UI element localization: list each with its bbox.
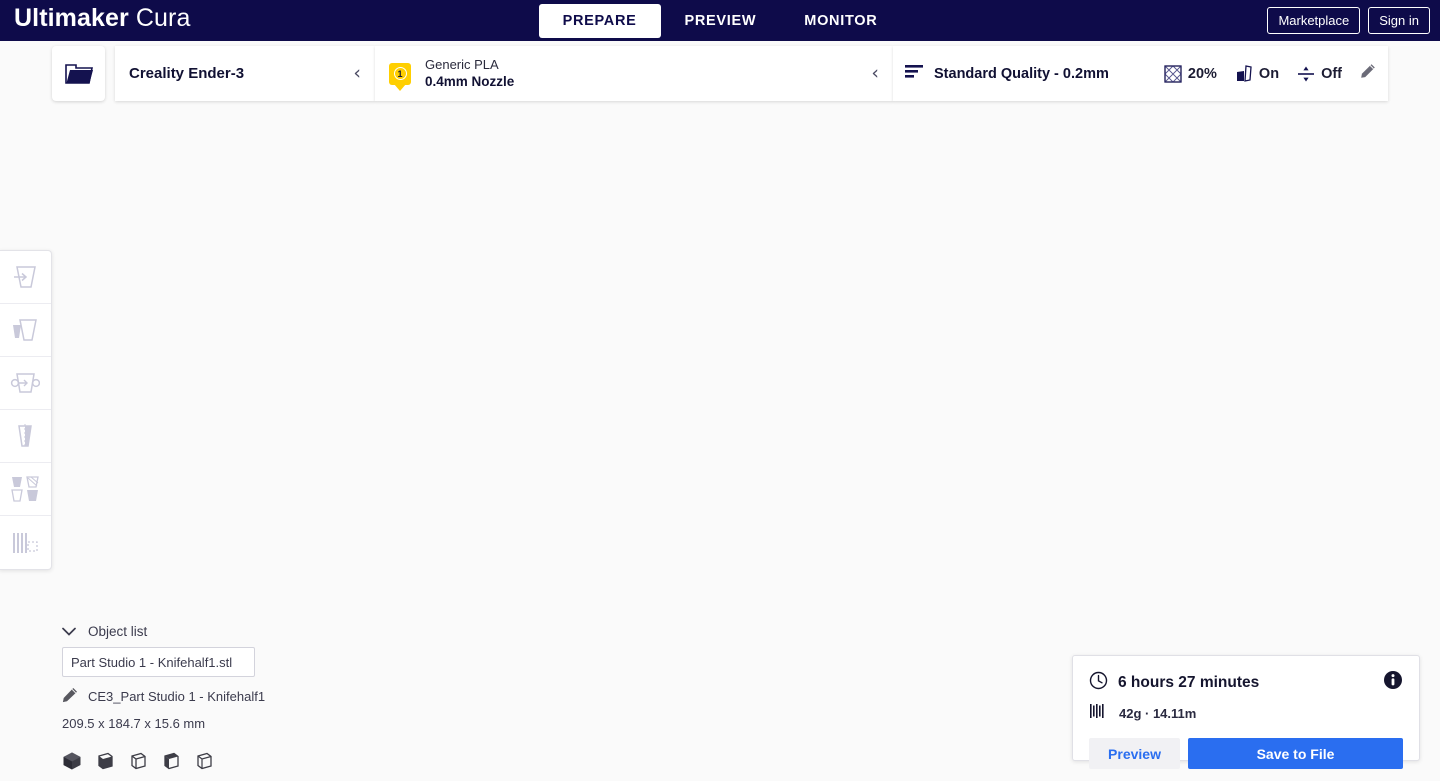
clock-icon [1089, 671, 1108, 695]
rotate-icon [10, 373, 40, 393]
mirror-icon [18, 424, 32, 448]
layer-height-icon [905, 64, 924, 84]
support-blocker-icon [13, 532, 38, 553]
support-icon [1236, 64, 1252, 82]
sign-in-button[interactable]: Sign in [1368, 7, 1430, 34]
xray-view-icon[interactable] [95, 751, 115, 776]
solid-view-icon[interactable] [62, 751, 82, 776]
pencil-icon[interactable] [62, 687, 78, 706]
layer-view-icon[interactable] [128, 751, 148, 776]
object-list-header[interactable]: Object list [62, 624, 362, 639]
move-icon [14, 266, 36, 288]
marketplace-button[interactable]: Marketplace [1267, 7, 1361, 34]
adhesion-value: Off [1321, 65, 1342, 82]
setting-chips: 20% On Off [1164, 63, 1376, 84]
support-chip[interactable]: On [1235, 64, 1280, 83]
view-mode-row [62, 751, 362, 776]
extruder-badge: 1 [389, 62, 411, 85]
open-folder-icon [64, 63, 93, 84]
print-time-row: 6 hours 27 minutes [1089, 670, 1403, 695]
tool-support-blocker[interactable] [0, 516, 51, 569]
support-value: On [1258, 65, 1280, 82]
z-axis [375, 668, 403, 696]
scale-icon [13, 319, 37, 341]
machine-name: Creality Ender-3 [129, 65, 245, 82]
open-file-button[interactable] [52, 46, 105, 101]
tab-preview[interactable]: PREVIEW [661, 4, 781, 38]
blade-holes [716, 479, 931, 564]
filament-icon [1089, 703, 1109, 724]
chevron-left-icon[interactable]: ‹ [871, 64, 879, 83]
mesh-name-row[interactable]: CE3_Part Studio 1 - Knifehalf1 [62, 687, 362, 706]
infill-icon [1164, 64, 1182, 83]
tab-monitor[interactable]: MONITOR [780, 4, 901, 38]
tool-per-model-settings[interactable] [0, 463, 51, 516]
per-model-settings-icon [11, 476, 39, 502]
material-usage-value: 42g · 14.11m [1119, 706, 1197, 721]
print-actions: Preview Save to File [1089, 738, 1403, 769]
tool-move[interactable] [0, 251, 51, 304]
chevron-left-icon[interactable]: ‹ [353, 64, 361, 83]
quality-profile-label: Standard Quality - 0.2mm [934, 65, 1109, 82]
nozzle-size: 0.4mm Nozzle [425, 74, 515, 90]
object-list-panel: Object list Part Studio 1 - Knifehalf1.s… [62, 624, 362, 776]
y-axis [369, 672, 381, 696]
mesh-name: CE3_Part Studio 1 - Knifehalf1 [88, 689, 266, 704]
pencil-icon [1361, 64, 1375, 78]
tab-prepare[interactable]: PREPARE [538, 3, 661, 38]
origin-axis-indicator [369, 668, 425, 720]
model-tools-toolbar [0, 250, 52, 570]
configuration-bar: Creality Ender-3 ‹ 1 Generic PLA 0.4mm N… [0, 41, 1440, 102]
info-icon[interactable] [1383, 670, 1403, 695]
material-usage-row: 42g · 14.11m [1089, 703, 1403, 724]
extruder-number: 1 [393, 67, 407, 80]
edit-settings-button[interactable] [1360, 63, 1376, 84]
object-list-item[interactable]: Part Studio 1 - Knifehalf1.stl [62, 647, 255, 677]
machine-selector[interactable]: Creality Ender-3 ‹ [115, 46, 375, 101]
wireframe-view-icon[interactable] [194, 751, 214, 776]
adhesion-icon [1298, 66, 1315, 81]
save-to-file-button[interactable]: Save to File [1188, 738, 1403, 769]
chevron-down-icon[interactable] [62, 624, 76, 639]
print-settings-selector[interactable]: Standard Quality - 0.2mm 20% On Off [893, 46, 1388, 101]
model-knifehalf1 [455, 456, 960, 686]
material-info: Generic PLA 0.4mm Nozzle [425, 57, 514, 91]
x-axis [375, 690, 425, 720]
tool-mirror[interactable] [0, 410, 51, 463]
print-time-value: 6 hours 27 minutes [1118, 673, 1260, 691]
infill-chip[interactable]: 20% [1164, 64, 1217, 83]
header-actions: Marketplace Sign in [1267, 0, 1430, 41]
shaded-view-icon[interactable] [161, 751, 181, 776]
application-header: Ultimaker Cura PREPARE PREVIEW MONITOR M… [0, 0, 1440, 41]
model-shadow [470, 473, 985, 681]
tool-scale[interactable] [0, 304, 51, 357]
print-job-panel: 6 hours 27 minutes 42g · 14.11m Preview … [1072, 655, 1420, 769]
object-dimensions: 209.5 x 184.7 x 15.6 mm [62, 716, 206, 731]
material-selector[interactable]: 1 Generic PLA 0.4mm Nozzle ‹ [375, 46, 893, 101]
adhesion-chip[interactable]: Off [1297, 65, 1342, 83]
stage-tabs: PREPARE PREVIEW MONITOR [0, 0, 1440, 41]
preview-button[interactable]: Preview [1089, 738, 1180, 769]
object-list-title: Object list [88, 624, 148, 639]
material-name: Generic PLA [425, 56, 499, 72]
cura-application-window: Ultimaker Cura PREPARE PREVIEW MONITOR M… [0, 0, 1440, 781]
tool-rotate[interactable] [0, 357, 51, 410]
infill-value: 20% [1187, 65, 1217, 82]
object-file-name: Part Studio 1 - Knifehalf1.stl [71, 654, 233, 670]
